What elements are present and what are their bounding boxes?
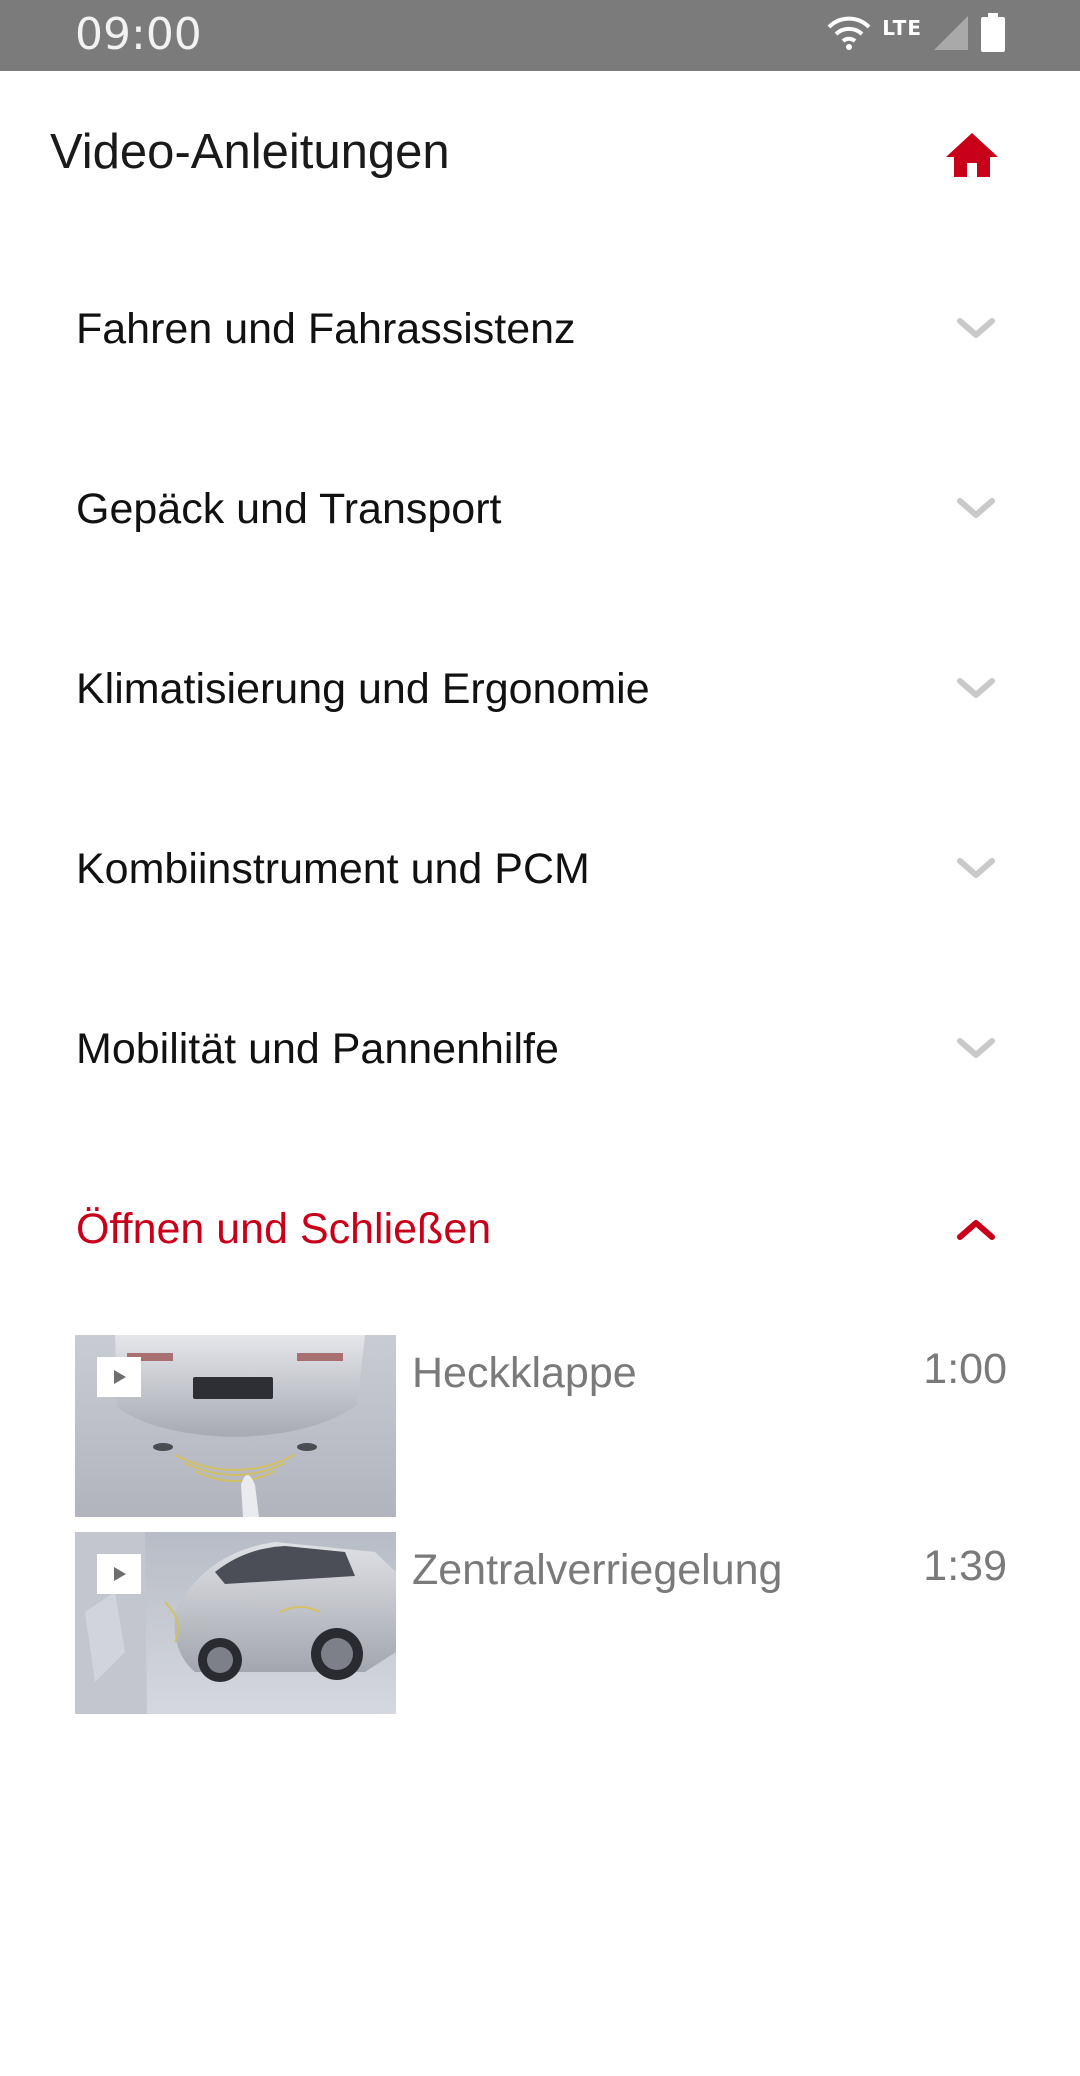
battery-icon (980, 12, 1006, 58)
chevron-down-icon (957, 1038, 995, 1058)
video-duration: 1:39 (923, 1542, 1007, 1590)
video-thumbnail[interactable] (75, 1335, 396, 1517)
play-icon (97, 1554, 141, 1594)
category-gepaeck-und-transport[interactable]: Gepäck und Transport (0, 421, 1080, 601)
category-klimatisierung-und-ergonomie[interactable]: Klimatisierung und Ergonomie (0, 601, 1080, 781)
category-oeffnen-und-schliessen[interactable]: Öffnen und Schließen (0, 1141, 1080, 1321)
play-icon (97, 1357, 141, 1397)
video-duration: 1:00 (923, 1345, 1007, 1393)
status-bar: 09:00 LTE (0, 0, 1080, 71)
category-kombiinstrument-und-pcm[interactable]: Kombiinstrument und PCM (0, 781, 1080, 961)
category-mobilitaet-und-pannenhilfe[interactable]: Mobilität und Pannenhilfe (0, 961, 1080, 1141)
video-title: Heckklappe (412, 1349, 637, 1397)
category-label: Öffnen und Schließen (76, 1205, 492, 1253)
wifi-icon (826, 15, 872, 56)
chevron-up-icon (957, 1220, 995, 1240)
chevron-down-icon (957, 678, 995, 698)
chevron-down-icon (957, 498, 995, 518)
chevron-down-icon (957, 858, 995, 878)
category-fahren-und-fahrassistenz[interactable]: Fahren und Fahrassistenz (0, 241, 1080, 421)
category-label: Gepäck und Transport (76, 485, 502, 533)
status-icons: LTE (826, 12, 1006, 58)
category-label: Kombiinstrument und PCM (76, 845, 590, 893)
category-label: Fahren und Fahrassistenz (76, 305, 576, 353)
chevron-down-icon (957, 318, 995, 338)
category-label: Klimatisierung und Ergonomie (76, 665, 650, 713)
video-thumbnail[interactable] (75, 1532, 396, 1714)
video-item-zentralverriegelung[interactable]: Zentralverriegelung 1:39 (75, 1532, 1007, 1714)
home-icon[interactable] (944, 131, 1000, 179)
network-type-label: LTE (882, 16, 922, 40)
video-title: Zentralverriegelung (412, 1546, 783, 1594)
page-title: Video-Anleitungen (50, 125, 450, 179)
video-item-heckklappe[interactable]: Heckklappe 1:00 (75, 1335, 1007, 1517)
category-label: Mobilität und Pannenhilfe (76, 1025, 559, 1073)
status-time: 09:00 (75, 9, 202, 60)
app-bar: Video-Anleitungen (0, 71, 1080, 241)
cell-signal-icon (932, 14, 970, 57)
